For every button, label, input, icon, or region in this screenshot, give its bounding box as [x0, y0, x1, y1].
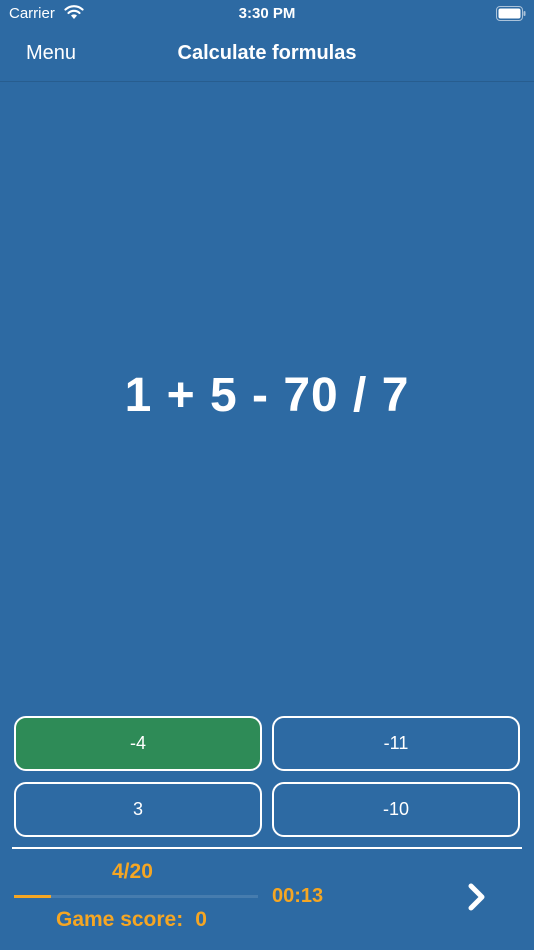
battery-icon — [496, 6, 526, 21]
answer-button-4[interactable]: -10 — [272, 782, 520, 837]
next-button[interactable] — [462, 880, 492, 914]
chevron-right-icon — [468, 883, 485, 911]
page-title: Calculate formulas — [177, 42, 357, 64]
score-label: Game score: — [56, 908, 184, 931]
divider — [12, 847, 522, 849]
progress-count: 4/20 — [112, 860, 153, 883]
progress-bar — [14, 895, 258, 898]
progress-fill — [14, 895, 51, 898]
game-score: Game score: 0 — [56, 908, 207, 932]
timer: 00:13 — [272, 885, 324, 907]
formula-display: 1 + 5 - 70 / 7 — [124, 369, 410, 422]
answer-button-3[interactable]: 3 — [14, 782, 262, 837]
status-bar: Carrier 3:30 PM — [0, 0, 534, 28]
answer-button-1[interactable]: -4 — [14, 716, 262, 771]
navigation-bar: Menu Calculate formulas — [0, 28, 534, 82]
score-value: 0 — [195, 908, 207, 931]
answer-button-2[interactable]: -11 — [272, 716, 520, 771]
status-time: 3:30 PM — [238, 5, 296, 22]
